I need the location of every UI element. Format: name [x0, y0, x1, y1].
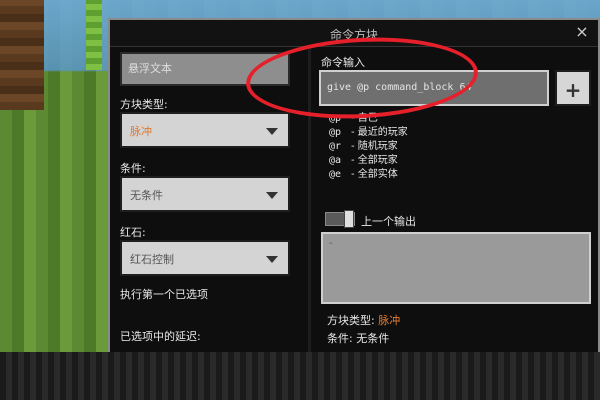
list-item: @p - 自己 — [329, 113, 378, 124]
condition-info: 条件: 无条件 — [327, 332, 390, 345]
list-item: @a - 全部玩家 — [329, 155, 398, 166]
selector-list: @p - 自己 @p - 最近的玩家 @r - 随机玩家 @a - 全部玩家 @e - 全… — [329, 112, 408, 182]
right-panel: 命令输入 give @p command_block 64 + @p - 自己 @… — [308, 48, 595, 358]
command-input[interactable]: give @p command_block 64 — [319, 70, 549, 106]
condition-value: 无条件 — [130, 189, 163, 202]
command-block-window: 命令方块 × 悬浮文本 方块类型: 脉冲 条件: 无条件 红石: 红石控制 执行… — [108, 18, 600, 362]
bottom-hud-strip — [0, 352, 600, 400]
window-title: 命令方块 — [329, 28, 378, 42]
chevron-down-icon — [266, 128, 278, 135]
condition-label: 条件: — [120, 162, 146, 175]
execute-first-label: 执行第一个已选项 — [120, 288, 208, 301]
block-type-label: 方块类型: — [120, 98, 168, 111]
hover-text-field[interactable]: 悬浮文本 — [120, 52, 290, 86]
redstone-dropdown[interactable]: 红石控制 — [120, 240, 290, 276]
previous-output-label: 上一个输出 — [361, 215, 416, 228]
tree-trunk — [0, 0, 44, 110]
redstone-value: 红石控制 — [130, 253, 174, 266]
block-type-info: 方块类型: 脉冲 — [327, 314, 401, 327]
previous-output-box: - — [321, 232, 591, 304]
delay-label: 已选项中的延迟: — [120, 330, 201, 343]
plus-icon: + — [564, 78, 582, 102]
chevron-down-icon — [266, 256, 278, 263]
toggle-knob — [344, 210, 354, 228]
list-item: @r - 随机玩家 — [329, 141, 398, 152]
list-item: @e - 全部实体 — [329, 169, 398, 180]
chevron-down-icon — [266, 192, 278, 199]
close-icon[interactable]: × — [574, 23, 590, 41]
block-type-dropdown[interactable]: 脉冲 — [120, 112, 290, 148]
condition-dropdown[interactable]: 无条件 — [120, 176, 290, 212]
add-button[interactable]: + — [555, 70, 591, 106]
previous-output-toggle[interactable] — [325, 210, 355, 228]
block-type-value: 脉冲 — [130, 125, 152, 138]
redstone-label: 红石: — [120, 226, 146, 239]
command-input-label: 命令输入 — [321, 56, 365, 69]
title-bar: 命令方块 × — [110, 20, 598, 47]
sugar-cane — [86, 0, 102, 70]
output-text: - — [329, 238, 333, 249]
left-panel: 悬浮文本 方块类型: 脉冲 条件: 无条件 红石: 红石控制 执行第一个已选项 … — [116, 48, 296, 358]
list-item: @p - 最近的玩家 — [329, 127, 408, 138]
